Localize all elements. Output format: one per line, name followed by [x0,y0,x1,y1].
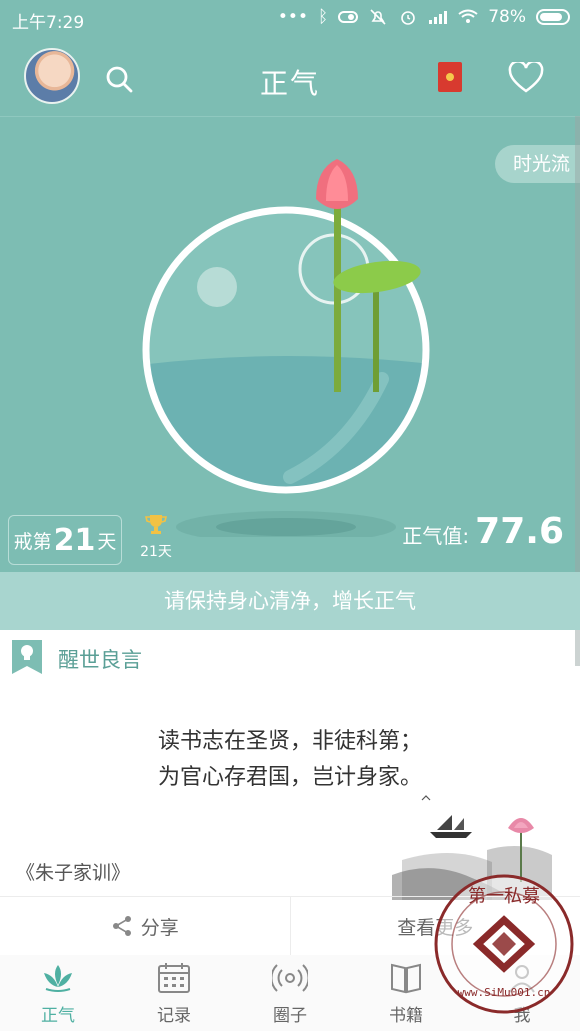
red-packet-icon[interactable] [438,62,462,92]
watermark-stamp: 第一私募 www.SiMu001.cn [434,874,574,1014]
alarm-icon [401,11,416,25]
app-header: 正气 [0,40,580,116]
lightbulb-icon [12,640,42,674]
tab-zhengqi[interactable]: 正气 [0,955,116,1031]
watermark-center-text: 第一私募 [468,886,540,907]
motto-banner: 请保持身心清净，增长正气 [0,572,580,630]
timeline-button[interactable]: 时光流 [494,145,580,183]
tab-circle[interactable]: 圈子 [232,955,348,1031]
battery-percent: 78% [488,7,526,27]
signal-icon [272,963,308,992]
quote-line: 读书志在圣贤，非徒科第； [157,729,422,754]
tab-label: 书籍 [389,1005,423,1026]
calendar-icon [158,962,190,993]
heart-icon[interactable] [508,62,544,94]
lotus-icon [44,964,72,992]
status-bar: 上午7:29 ••• ᛒ 78% [0,0,580,40]
quote-source: 《朱子家训》 [16,862,131,884]
quote-card-header: 醒世良言 [0,636,580,676]
quote-text: 读书志在圣贤，非徒科第； 为官心存君国，岂计身家。 [0,724,580,796]
streak-prefix: 戒第 [13,530,52,553]
tab-label: 正气 [41,1005,75,1026]
trophy-icon [144,515,168,534]
page-title: 正气 [259,67,320,100]
hero-panel: 时光流 戒第 21 天 21天 正气值: 77.6 [0,116,580,573]
status-time: 上午7:29 [12,13,85,33]
share-icon [112,916,131,936]
streak-days-badge: 戒第 21 天 [8,515,122,565]
share-label: 分享 [140,916,179,939]
battery-icon [536,9,570,25]
qi-score: 正气值: 77.6 [402,511,564,552]
watermark-url-text: www.SiMu001.cn [458,986,551,999]
more-dots-icon: ••• [277,7,308,27]
lotus-orb-illustration [142,159,430,537]
bluetooth-icon: ᛒ [318,7,329,27]
signal-bars-icon [429,11,448,24]
tab-records[interactable]: 记录 [116,955,232,1031]
book-icon [391,963,421,993]
trophy-label: 21天 [140,544,172,560]
streak-suffix: 天 [97,530,117,553]
wifi-icon [458,9,478,23]
search-icon[interactable] [104,64,134,94]
mute-bell-icon [370,9,386,25]
qi-value: 77.6 [475,511,564,552]
trophy-achievement[interactable]: 21天 [138,513,174,561]
share-button[interactable]: 分享 [0,897,290,955]
toggle-icon [338,11,359,23]
tab-label: 圈子 [273,1005,307,1026]
streak-count: 21 [53,522,96,558]
qi-label: 正气值: [402,524,470,548]
tab-label: 记录 [157,1005,191,1026]
quote-card-title: 醒世良言 [58,648,142,672]
avatar[interactable] [24,48,80,104]
status-icons: ••• ᛒ 78% [278,7,570,27]
